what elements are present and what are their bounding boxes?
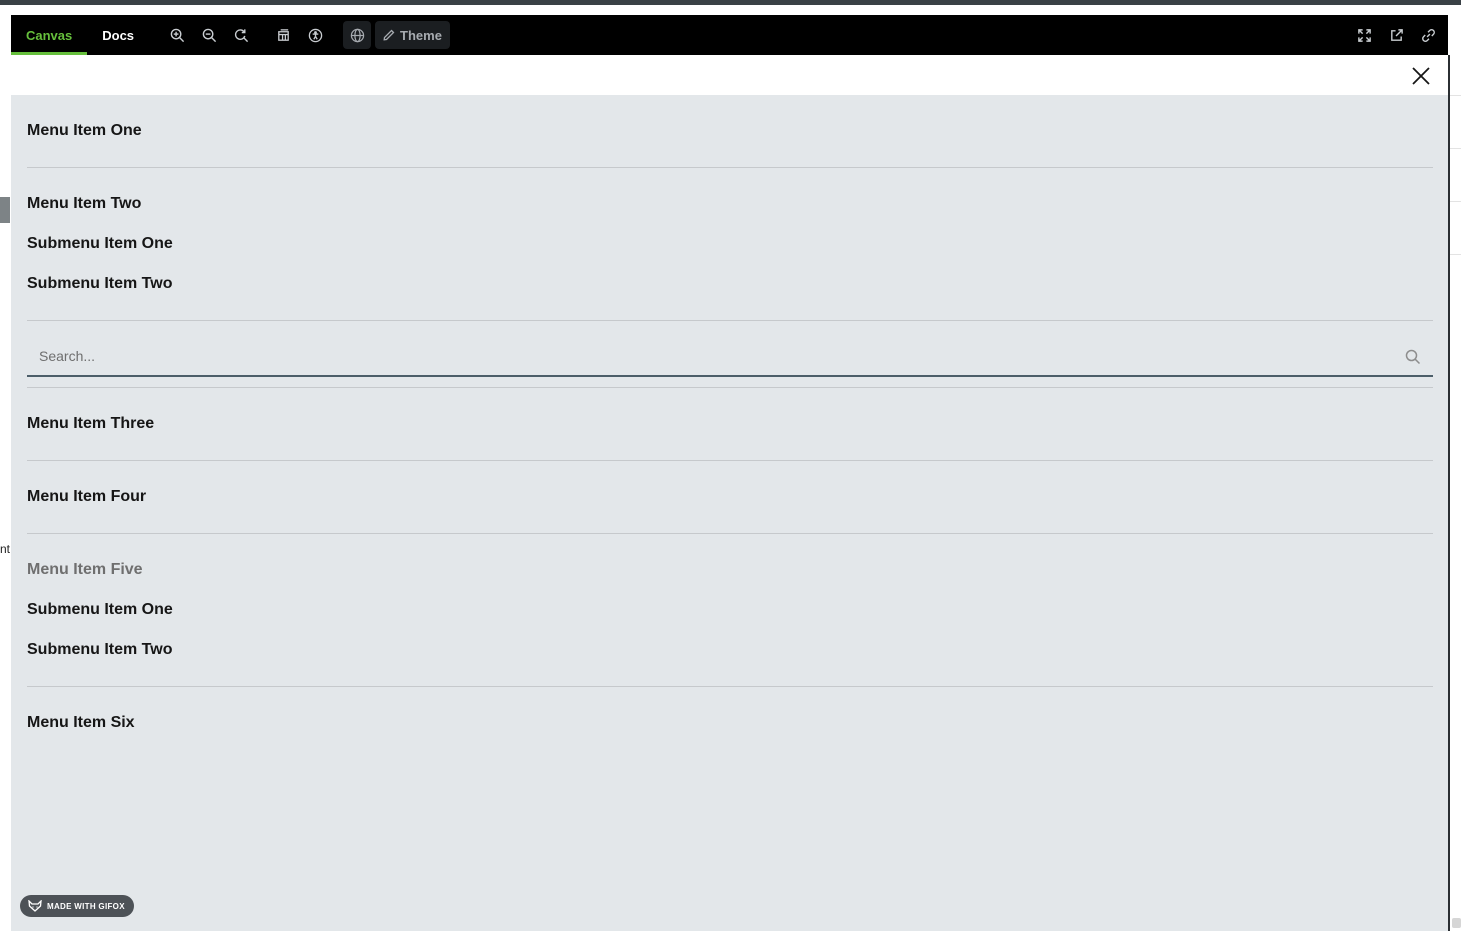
accessibility-button[interactable] xyxy=(301,21,329,49)
window-top-strip xyxy=(0,0,1461,5)
zoom-reset-button[interactable] xyxy=(227,21,255,49)
external-link-icon xyxy=(1390,28,1403,41)
background-divider xyxy=(1450,95,1461,96)
search-icon[interactable] xyxy=(1405,349,1421,365)
background-scrollbar[interactable] xyxy=(1452,918,1461,928)
zoom-reset-icon xyxy=(234,28,248,42)
open-new-tab-button[interactable] xyxy=(1382,21,1410,49)
submenu-item-one[interactable]: Submenu Item One xyxy=(27,224,1433,264)
zoom-out-button[interactable] xyxy=(195,21,223,49)
background-sidebar-tab xyxy=(0,197,10,223)
locale-button[interactable] xyxy=(343,21,372,49)
mobile-menu: Menu Item One Menu Item Two Submenu Item… xyxy=(27,95,1433,743)
story-canvas: Menu Item One Menu Item Two Submenu Item… xyxy=(11,55,1448,931)
search-input[interactable] xyxy=(27,337,1433,375)
copy-link-button[interactable] xyxy=(1414,21,1442,49)
submenu-item-one[interactable]: Submenu Item One xyxy=(27,590,1433,630)
background-text: nt xyxy=(0,542,11,556)
fullscreen-button[interactable] xyxy=(1350,21,1378,49)
menu-item-three[interactable]: Menu Item Three xyxy=(27,404,1433,444)
menu-item-one[interactable]: Menu Item One xyxy=(27,111,1433,151)
menu-item-six[interactable]: Menu Item Six xyxy=(27,703,1433,743)
zoom-out-icon xyxy=(202,28,216,42)
gifox-badge[interactable]: MADE WITH GIFOX xyxy=(20,895,134,917)
close-icon xyxy=(1412,67,1430,85)
background-divider xyxy=(1450,201,1461,202)
gifox-badge-label: MADE WITH GIFOX xyxy=(47,901,125,911)
menu-item-five[interactable]: Menu Item Five xyxy=(27,550,1433,590)
menu-item-two[interactable]: Menu Item Two xyxy=(27,184,1433,224)
globe-icon xyxy=(350,28,364,42)
submenu-item-two[interactable]: Submenu Item Two xyxy=(27,630,1433,670)
background-divider xyxy=(1450,254,1461,255)
menu-item-four[interactable]: Menu Item Four xyxy=(27,477,1433,517)
submenu-item-two[interactable]: Submenu Item Two xyxy=(27,264,1433,304)
link-icon xyxy=(1421,28,1435,42)
zoom-in-button[interactable] xyxy=(163,21,191,49)
fox-logo-icon xyxy=(28,900,42,912)
zoom-in-icon xyxy=(170,28,184,42)
accessibility-icon xyxy=(308,28,322,42)
background-panel-border xyxy=(1448,55,1450,931)
theme-button[interactable]: Theme xyxy=(375,21,450,49)
close-menu-button[interactable] xyxy=(1409,64,1433,88)
fullscreen-icon xyxy=(1357,28,1371,42)
menu-header xyxy=(11,55,1448,95)
theme-label: Theme xyxy=(400,27,442,43)
storybook-toolbar: Canvas Docs Theme xyxy=(11,15,1448,55)
tab-canvas[interactable]: Canvas xyxy=(11,15,88,55)
pencil-icon xyxy=(383,29,395,41)
search-field xyxy=(27,337,1433,377)
grid-background-icon xyxy=(277,28,289,41)
tab-docs[interactable]: Docs xyxy=(87,15,149,55)
background-toggle-button[interactable] xyxy=(269,21,297,49)
background-divider xyxy=(1450,148,1461,149)
